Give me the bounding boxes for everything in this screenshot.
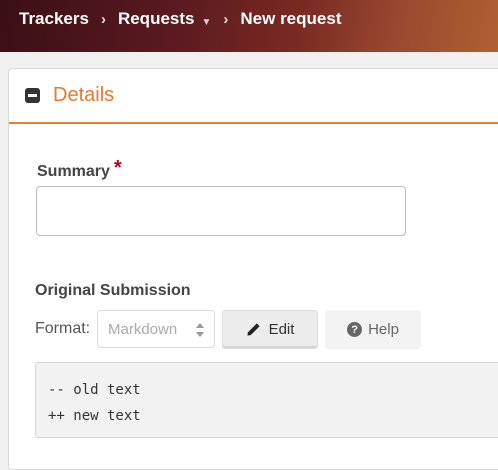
help-icon: ? <box>347 322 363 337</box>
help-button[interactable]: ? Help <box>325 310 421 349</box>
breadcrumb-requests[interactable]: Requests ▼ <box>118 9 211 29</box>
summary-label-text: Summary <box>37 163 110 180</box>
original-submission-label: Original Submission <box>35 282 191 299</box>
editor-line: -- old text <box>48 382 141 398</box>
collapse-icon[interactable] <box>25 88 40 103</box>
breadcrumb: Trackers › Requests ▼ › New request <box>19 8 341 30</box>
breadcrumb-trackers[interactable]: Trackers <box>19 9 89 29</box>
breadcrumb-current: New request <box>240 9 342 28</box>
details-panel: Details Summary * Original Submission For… <box>8 68 498 470</box>
caret-down-icon[interactable]: ▼ <box>201 17 211 28</box>
summary-label: Summary * <box>37 157 122 182</box>
summary-input[interactable] <box>36 186 406 236</box>
panel-title: Details <box>53 84 115 106</box>
submission-editor[interactable]: -- old text ++ new text <box>35 362 498 438</box>
required-indicator: * <box>113 157 122 179</box>
chevron-right-icon: › <box>223 10 229 28</box>
edit-button-label: Edit <box>268 321 295 338</box>
format-label: Format: <box>35 320 91 337</box>
editor-line: ++ new text <box>48 408 141 424</box>
pencil-icon <box>246 323 260 336</box>
breadcrumb-requests-label: Requests <box>117 9 195 28</box>
select-arrows-icon <box>196 323 204 337</box>
chevron-right-icon: › <box>100 10 106 28</box>
panel-header: Details <box>9 69 498 124</box>
header-bar: Trackers › Requests ▼ › New request <box>0 0 498 52</box>
edit-button[interactable]: Edit <box>222 310 318 349</box>
help-button-label: Help <box>368 321 399 338</box>
format-select-value: Markdown <box>108 320 178 338</box>
format-select[interactable]: Markdown <box>97 310 215 348</box>
